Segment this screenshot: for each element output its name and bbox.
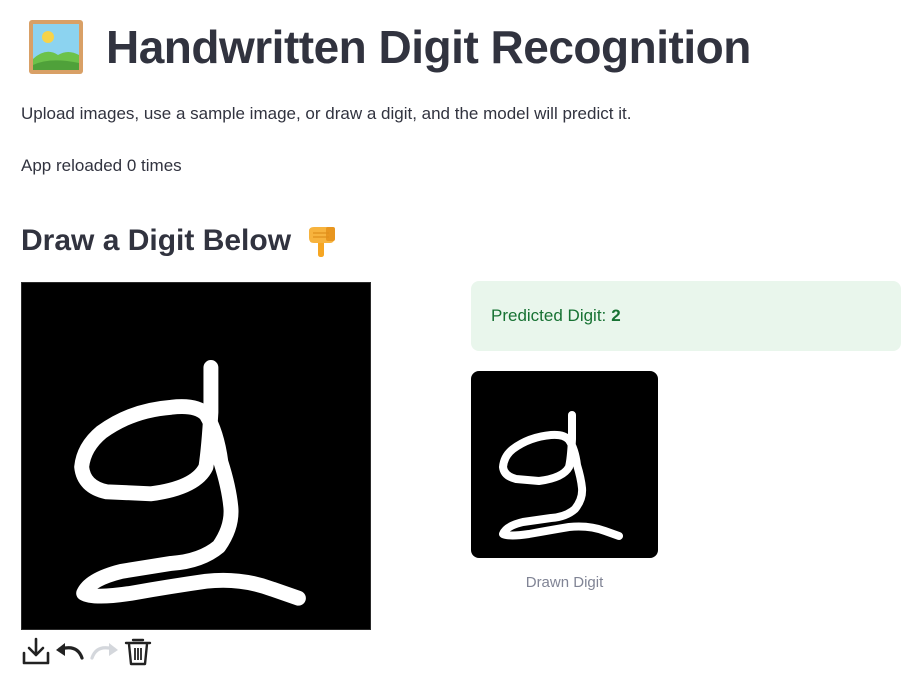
image-caption: Drawn Digit — [525, 574, 604, 591]
redo-icon — [90, 643, 118, 660]
prediction-value: 2 — [611, 306, 621, 325]
undo-button[interactable] — [54, 635, 86, 667]
undo-icon — [56, 643, 84, 660]
framed-picture-icon — [29, 20, 83, 74]
prediction-alert: Predicted Digit: 2 — [471, 281, 901, 351]
drawn-digit-image — [471, 371, 658, 558]
app-description: Upload images, use a sample image, or dr… — [21, 104, 632, 123]
canvas-stroke-layer — [74, 360, 306, 606]
canvas-toolbar — [20, 634, 154, 668]
pointing-down-hand-icon — [309, 227, 336, 257]
page-header: Handwritten Digit Recognition — [28, 14, 751, 80]
redo-button[interactable] — [88, 635, 120, 667]
clear-canvas-button[interactable] — [122, 635, 154, 667]
download-button[interactable] — [20, 635, 52, 667]
prediction-label: Predicted Digit: — [491, 306, 607, 325]
draw-section-header: Draw a Digit Below — [21, 220, 339, 262]
page-title: Handwritten Digit Recognition — [106, 21, 751, 73]
trash-icon — [124, 638, 152, 666]
draw-section-title: Draw a Digit Below — [21, 224, 292, 257]
drawing-canvas[interactable] — [21, 282, 371, 630]
drawn-digit-stroke-layer — [499, 411, 623, 540]
download-icon — [22, 637, 50, 665]
reload-counter-text: App reloaded 0 times — [21, 156, 182, 175]
